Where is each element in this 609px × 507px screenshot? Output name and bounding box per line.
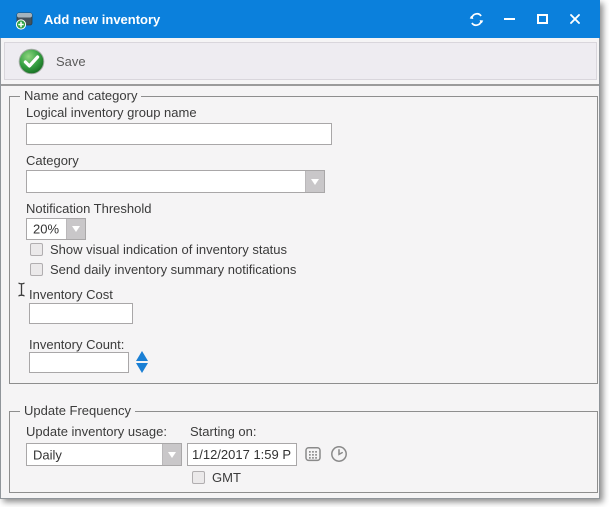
close-button[interactable] [566, 10, 584, 28]
daily-summary-checkbox[interactable] [30, 263, 43, 276]
category-dropdown-button[interactable] [305, 171, 324, 192]
save-label: Save [56, 54, 86, 69]
spinner-up-icon[interactable] [136, 351, 148, 361]
toolbar-separator [1, 84, 599, 86]
count-label: Inventory Count: [29, 337, 124, 352]
usage-dropdown-button[interactable] [162, 444, 181, 465]
gmt-checkbox[interactable] [192, 471, 205, 484]
starting-on-input[interactable] [187, 443, 297, 466]
save-button[interactable]: Save [18, 48, 86, 75]
chevron-down-icon [168, 452, 176, 458]
check-circle-icon [18, 48, 45, 75]
visual-indication-label: Show visual indication of inventory stat… [50, 242, 287, 257]
starting-on-label: Starting on: [190, 424, 257, 439]
chevron-down-icon [72, 226, 80, 232]
daily-summary-label: Send daily inventory summary notificatio… [50, 262, 296, 277]
group-update-frequency: Update Frequency Update inventory usage:… [9, 411, 598, 493]
group-name-and-category: Name and category Logical inventory grou… [9, 96, 598, 384]
threshold-select[interactable]: 20% [26, 218, 86, 240]
i-beam-cursor [17, 282, 26, 302]
group-legend: Name and category [20, 88, 141, 103]
threshold-value: 20% [33, 222, 59, 237]
group-name-input[interactable] [26, 123, 332, 145]
calendar-picker-button[interactable] [304, 445, 322, 463]
usage-select[interactable]: Daily [26, 443, 182, 466]
dialog-window: Add new inventory [0, 0, 600, 499]
spinner-down-icon[interactable] [136, 363, 148, 373]
cost-input[interactable] [29, 303, 133, 324]
maximize-button[interactable] [533, 10, 551, 28]
calendar-icon [305, 446, 321, 462]
cost-label: Inventory Cost [29, 287, 113, 302]
gmt-row: GMT [192, 470, 241, 485]
time-picker-button[interactable] [329, 444, 348, 463]
refresh-button[interactable] [467, 10, 485, 28]
group-legend: Update Frequency [20, 403, 135, 418]
titlebar: Add new inventory [0, 0, 600, 38]
threshold-label: Notification Threshold [26, 201, 152, 216]
gmt-label: GMT [212, 470, 241, 485]
inventory-add-icon [14, 9, 35, 30]
usage-label: Update inventory usage: [26, 424, 167, 439]
count-spinner [136, 351, 148, 373]
minimize-button[interactable] [500, 10, 518, 28]
group-name-label: Logical inventory group name [26, 105, 197, 120]
clock-icon [330, 445, 348, 463]
count-input[interactable] [29, 352, 129, 373]
chevron-down-icon [311, 179, 319, 185]
toolbar: Save [4, 42, 597, 80]
threshold-dropdown-button[interactable] [66, 219, 85, 239]
visual-indication-checkbox[interactable] [30, 243, 43, 256]
usage-value: Daily [33, 447, 62, 462]
daily-summary-row: Send daily inventory summary notificatio… [30, 262, 296, 277]
window-controls [467, 10, 584, 28]
category-label: Category [26, 153, 79, 168]
category-select[interactable] [26, 170, 325, 193]
visual-indication-row: Show visual indication of inventory stat… [30, 242, 287, 257]
window-title: Add new inventory [44, 12, 160, 27]
